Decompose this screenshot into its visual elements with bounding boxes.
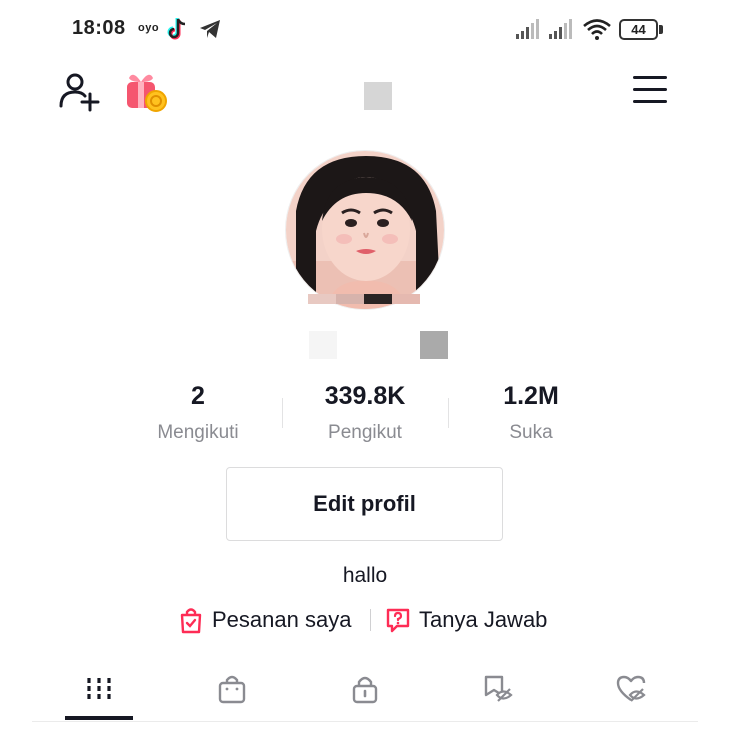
battery-icon: 44 [619,19,663,40]
followers-label: Pengikut [328,422,402,443]
likes-label: Suka [509,422,553,443]
liked-hidden-icon [616,675,646,702]
signal-strength-icon-2 [549,19,572,39]
orders-link-label: Pesanan saya [212,607,352,632]
tiktok-notification-icon [167,18,186,40]
qa-link-label: Tanya Jawab [419,607,548,632]
stat-divider [448,398,449,428]
qa-link[interactable]: Tanya Jawab [385,603,547,637]
display-name-redacted [309,331,337,359]
links-divider [370,609,371,631]
add-friend-icon[interactable] [58,70,102,112]
tab-private[interactable] [331,660,399,718]
repost-hidden-icon [484,675,513,702]
likes-count: 1.2M [503,382,559,410]
following-label: Mengikuti [157,422,239,443]
bio-text: hallo [342,564,388,587]
tab-shop[interactable] [198,660,266,718]
display-name-redacted-2 [420,331,448,359]
oyo-app-icon: oyo [138,22,160,34]
profile-links: Pesanan saya Tanya Jawab [178,603,558,637]
shop-bag-icon [218,675,246,704]
orders-link[interactable]: Pesanan saya [178,603,351,637]
stat-divider [282,398,283,428]
lock-icon [352,676,378,704]
content-tabs [32,660,698,722]
username-redacted [364,82,392,110]
wifi-icon [583,19,611,40]
tab-videos[interactable] [65,660,133,718]
grid-videos-icon [87,678,111,700]
tab-liked[interactable] [597,660,665,718]
stat-followers[interactable]: 339.8K Pengikut [290,380,440,446]
avatar[interactable] [285,150,445,310]
status-bar: 18:08 oyo 44 [0,0,730,58]
question-chat-icon [386,608,410,633]
signal-strength-icon [516,19,539,39]
active-tab-indicator [65,716,133,720]
redacted-pixels [308,294,420,304]
tab-reposts[interactable] [464,660,532,718]
menu-icon[interactable] [631,76,669,108]
telegram-notification-icon [200,20,220,38]
stat-likes[interactable]: 1.2M Suka [456,380,606,446]
battery-level: 44 [619,19,658,40]
edit-profile-button[interactable]: Edit profil [226,467,503,541]
status-time: 18:08 [72,17,126,39]
shopping-bag-check-icon [180,608,202,634]
gift-coin-icon[interactable] [123,68,169,114]
avatar-photo [286,151,444,309]
followers-count: 339.8K [324,382,406,410]
following-count: 2 [191,382,205,410]
stat-following[interactable]: 2 Mengikuti [123,380,273,446]
